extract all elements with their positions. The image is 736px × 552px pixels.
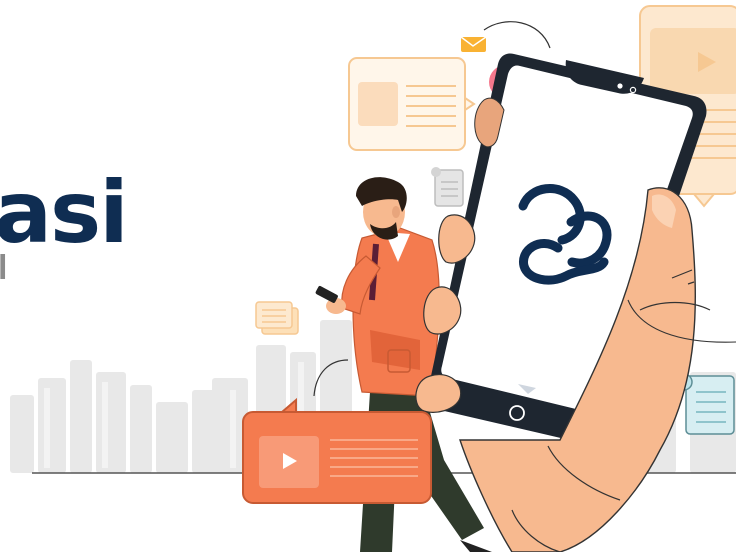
scroll-icon [431,167,464,207]
envelope-icon [460,36,487,52]
document-card [348,57,476,151]
man-phone-icon [315,286,338,303]
video-chat-card [242,397,432,504]
hero-illustration: asi l [0,0,736,552]
notes-stack-icon [255,301,299,335]
illustration-canvas [10,5,736,552]
